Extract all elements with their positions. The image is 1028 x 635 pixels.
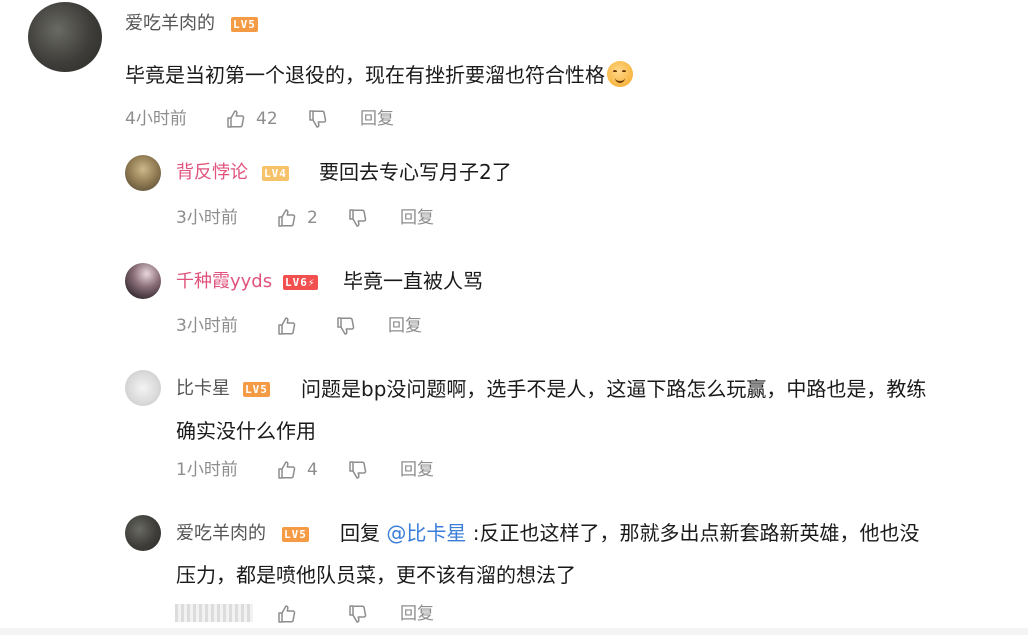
comment-text: 毕竟是当初第一个退役的，现在有挫折要溜也符合性格 (125, 58, 633, 93)
thumbs-up-icon[interactable] (277, 460, 297, 480)
timestamp-obscured (175, 604, 253, 622)
bottom-divider (0, 628, 1028, 635)
username[interactable]: 爱吃羊肉的 (176, 523, 266, 545)
reply-button[interactable]: 回复 (400, 459, 434, 481)
username[interactable]: 背反悖论 (176, 162, 248, 184)
avatar[interactable] (28, 2, 102, 72)
thumbs-up-icon[interactable] (277, 316, 297, 336)
avatar[interactable] (125, 515, 161, 551)
timestamp: 4小时前 (125, 109, 187, 129)
reply-button[interactable]: 回复 (388, 315, 422, 337)
thumbs-down-icon[interactable] (348, 208, 368, 228)
thumbs-up-icon[interactable] (277, 208, 297, 228)
comment-text: 问题是bp没问题啊，选手不是人，这逼下路怎么玩赢，中路也是，教练 (301, 377, 927, 401)
mention-link[interactable]: @比卡星 (386, 521, 466, 545)
level-badge: LV4 (262, 166, 289, 181)
thumbs-down-icon[interactable] (348, 604, 368, 624)
thumbs-down-icon[interactable] (348, 460, 368, 480)
timestamp: 1小时前 (176, 460, 238, 480)
timestamp: 3小时前 (176, 316, 238, 336)
comment-text: 回复 @比卡星 :反正也这样了，那就多出点新套路新英雄，他也没 (340, 521, 920, 545)
thumbs-down-icon[interactable] (308, 109, 328, 129)
level-badge: LV5 (231, 17, 258, 32)
timestamp: 3小时前 (176, 208, 238, 228)
thumbs-up-icon[interactable] (226, 109, 246, 129)
reply-button[interactable]: 回复 (400, 603, 434, 625)
comment-text: 毕竟一直被人骂 (343, 269, 483, 293)
level-badge: LV5 (243, 382, 270, 397)
smiling-face-emoji (607, 61, 633, 87)
reply-button[interactable]: 回复 (400, 207, 434, 229)
comment-text: 要回去专心写月子2了 (319, 160, 512, 184)
thumbs-up-icon[interactable] (277, 604, 297, 624)
like-count: 2 (307, 208, 318, 228)
thumbs-down-icon[interactable] (336, 316, 356, 336)
username[interactable]: 千种霞yyds (176, 271, 272, 293)
like-count: 42 (256, 109, 278, 129)
comment-text-line-2: 确实没什么作用 (176, 419, 316, 443)
level-badge: LV6⚡ (283, 275, 318, 290)
username[interactable]: 爱吃羊肉的 (125, 13, 215, 35)
like-count: 4 (307, 460, 318, 480)
avatar[interactable] (125, 370, 161, 406)
comment-text-line-2: 压力，都是喷他队员菜，更不该有溜的想法了 (176, 563, 576, 587)
username[interactable]: 比卡星 (176, 378, 230, 400)
reply-prefix: 回复 (340, 521, 380, 545)
level-badge: LV5 (282, 527, 309, 542)
reply-button[interactable]: 回复 (360, 108, 394, 130)
avatar[interactable] (125, 155, 161, 191)
avatar[interactable] (125, 263, 161, 299)
